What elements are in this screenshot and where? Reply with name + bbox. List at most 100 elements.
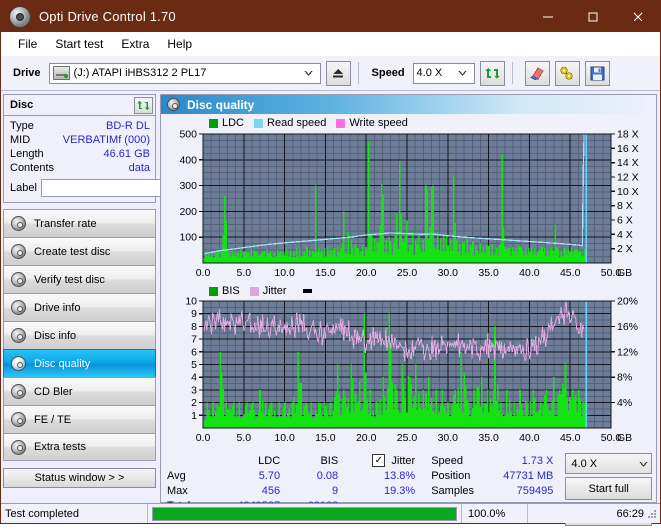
chevron-down-icon (453, 68, 472, 78)
svg-text:14 X: 14 X (617, 157, 639, 169)
legend-label-write-speed: Write speed (349, 117, 408, 129)
menu-item-extra[interactable]: Extra (112, 35, 158, 53)
toolbar-separator (358, 62, 359, 84)
speed-select-value: 4.0 X (417, 67, 443, 79)
sidebar-item-transfer-rate[interactable]: Transfer rate (3, 209, 156, 237)
svg-text:2: 2 (191, 397, 197, 409)
progress-track (152, 507, 457, 521)
svg-text:25.0: 25.0 (397, 267, 418, 279)
legend-swatch-write-speed (336, 119, 345, 128)
sidebar-item-label: FE / TE (34, 414, 71, 426)
maximize-button[interactable] (570, 1, 615, 32)
disc-row-contents: Contents data (10, 161, 150, 175)
save-button[interactable] (585, 61, 610, 86)
page-title: Disc quality (187, 98, 254, 112)
legend-label-jitter: Jitter (263, 285, 287, 297)
legend-swatch-ldc (209, 119, 218, 128)
menu-item-start-test[interactable]: Start test (46, 35, 112, 53)
eraser-icon (529, 66, 545, 80)
jitter-checkbox-cell: ✓ Jitter (338, 453, 421, 468)
sidebar-item-label: Verify test disc (34, 274, 105, 286)
eject-button[interactable] (326, 61, 351, 86)
stats-col-bis: BIS (280, 453, 338, 468)
table-header-row: LDC BIS ✓ Jitter (167, 453, 421, 468)
test-speed-select[interactable]: 4.0 X (565, 453, 652, 474)
svg-text:16 X: 16 X (617, 143, 639, 155)
sidebar-item-verify-test-disc[interactable]: Verify test disc (3, 265, 156, 293)
menu-item-help[interactable]: Help (158, 35, 201, 53)
eraser-button[interactable] (525, 61, 550, 86)
svg-text:3: 3 (191, 384, 197, 396)
svg-text:20.0: 20.0 (356, 432, 377, 444)
app-disc-icon (9, 6, 31, 28)
svg-text:10 X: 10 X (617, 186, 639, 198)
minimize-button[interactable] (525, 1, 570, 32)
progress-percent: 100.0% (462, 504, 528, 523)
svg-text:30.0: 30.0 (438, 432, 459, 444)
svg-text:5.0: 5.0 (236, 267, 251, 279)
refresh-button[interactable] (480, 61, 505, 86)
sidebar-item-extra-tests[interactable]: Extra tests (3, 433, 156, 461)
table-row: Avg 5.70 0.08 13.8% (167, 468, 421, 483)
disc-info-rows: Type BD-R DL MID VERBATIMf (000) Length … (4, 116, 155, 202)
sidebar-item-disc-quality[interactable]: Disc quality (3, 349, 156, 377)
speed-select[interactable]: 4.0 X (413, 63, 475, 84)
legend-swatch-jitter (250, 287, 259, 296)
window-title: Opti Drive Control 1.70 (39, 9, 525, 24)
drive-select-value: (J:) ATAPI iHBS312 2 PL17 (74, 67, 207, 79)
svg-text:25.0: 25.0 (397, 432, 418, 444)
progress-bar (148, 504, 462, 523)
status-window-button[interactable]: Status window > > (3, 468, 156, 488)
svg-text:8 X: 8 X (617, 200, 633, 212)
start-full-button[interactable]: Start full (565, 477, 652, 500)
svg-text:8: 8 (191, 321, 197, 333)
svg-text:300: 300 (179, 180, 197, 192)
bis-chart[interactable]: 123456789104%8%12%16%20%0.05.010.015.020… (163, 297, 654, 448)
ldc-chart[interactable]: 1002003004005002 X4 X6 X8 X10 X12 X14 X1… (163, 130, 654, 283)
status-bar: Test completed 100.0% 66:29 (1, 503, 660, 523)
table-row: Position 47731 MB (431, 468, 557, 483)
sidebar-item-fe-te[interactable]: FE / TE (3, 405, 156, 433)
disc-icon (11, 328, 26, 343)
svg-text:4%: 4% (617, 397, 632, 409)
svg-text:4 X: 4 X (617, 229, 633, 241)
bis-chart-svg: 123456789104%8%12%16%20%0.05.010.015.020… (163, 297, 653, 445)
sidebar-item-create-test-disc[interactable]: Create test disc (3, 237, 156, 265)
menu-item-file[interactable]: File (9, 35, 46, 53)
main-panel-column: Disc quality LDC Read speed Write speed … (158, 91, 660, 503)
svg-text:6: 6 (191, 346, 197, 358)
sidebar-item-label: Disc info (34, 330, 76, 342)
disc-icon (11, 384, 26, 399)
stats-col-ldc: LDC (212, 453, 280, 468)
resize-grip[interactable] (647, 510, 657, 520)
drive-select[interactable]: (J:) ATAPI iHBS312 2 PL17 (49, 63, 321, 84)
sidebar-item-drive-info[interactable]: Drive info (3, 293, 156, 321)
disc-row-mid: MID VERBATIMf (000) (10, 133, 150, 147)
disc-panel-title: Disc (10, 99, 33, 111)
disc-refresh-button[interactable] (134, 97, 153, 114)
legend-label-ldc: LDC (222, 117, 244, 129)
svg-text:5: 5 (191, 359, 197, 371)
legend-label-bis: BIS (222, 285, 240, 297)
svg-text:12 X: 12 X (617, 172, 639, 184)
jitter-checkbox[interactable]: ✓ (372, 454, 385, 467)
svg-text:30.0: 30.0 (438, 267, 459, 279)
svg-text:400: 400 (179, 154, 197, 166)
tools-button[interactable] (555, 61, 580, 86)
ldc-chart-legend: LDC Read speed Write speed (163, 116, 654, 130)
chevron-down-icon (299, 68, 318, 78)
app-window: Opti Drive Control 1.70 File Start test … (0, 0, 661, 524)
sidebar-item-label: Create test disc (34, 246, 110, 258)
svg-text:4: 4 (191, 372, 197, 384)
close-button[interactable] (615, 1, 660, 32)
sidebar-item-disc-info[interactable]: Disc info (3, 321, 156, 349)
drive-label: Drive (13, 67, 41, 79)
disc-icon (11, 300, 26, 315)
svg-text:15.0: 15.0 (315, 267, 336, 279)
svg-text:8%: 8% (617, 372, 632, 384)
sidebar-item-cd-bler[interactable]: CD Bler (3, 377, 156, 405)
stats-avg-jitter: 13.8% (338, 468, 421, 483)
legend-label-read-speed: Read speed (267, 117, 326, 129)
stats-max-bis: 9 (280, 483, 338, 498)
toolbar-separator (512, 62, 513, 84)
